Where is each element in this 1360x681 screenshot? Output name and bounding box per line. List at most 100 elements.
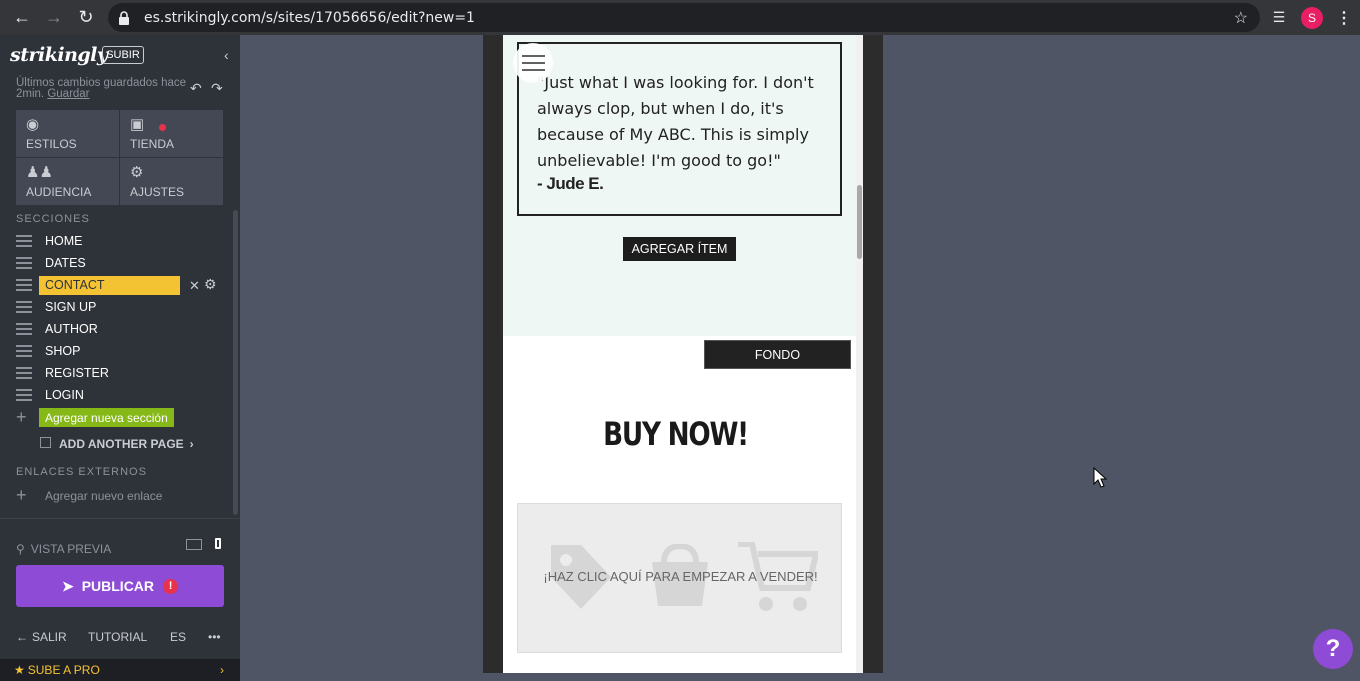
section-label: HOME: [45, 234, 83, 248]
hamburger-menu-icon[interactable]: [513, 43, 553, 83]
testimonial-section[interactable]: "Just what I was looking for. I don't al…: [503, 35, 856, 336]
section-label: CONTACT: [39, 275, 180, 295]
strikingly-logo[interactable]: strikingly: [10, 44, 108, 66]
upgrade-badge[interactable]: SUBIR: [102, 46, 144, 64]
preview-button[interactable]: ⚲ VISTA PREVIA: [16, 542, 111, 556]
chevron-right-icon: ›: [189, 437, 194, 451]
testimonial-author[interactable]: - Jude E.: [537, 174, 604, 194]
section-item-shop[interactable]: SHOP: [16, 341, 226, 361]
store-tile[interactable]: ▣ TIENDA: [120, 110, 223, 157]
saved-text: Últimos cambios guardados hace 2min.: [16, 77, 187, 100]
editor-sidebar: strikingly SUBIR ‹ Últimos cambios guard…: [0, 35, 240, 681]
people-icon: ♟♟: [26, 164, 53, 181]
add-page-link[interactable]: ADD ANOTHER PAGE ›: [40, 436, 194, 451]
profile-avatar[interactable]: S: [1301, 6, 1323, 29]
hide-section-icon[interactable]: ✕: [189, 278, 200, 294]
preview-scrollbar-thumb[interactable]: [857, 185, 862, 259]
gear-icon: ⚙: [130, 164, 144, 181]
sidebar-footer: ⚲ VISTA PREVIA ➤ PUBLICAR ! ← SALIR TUTO…: [0, 518, 240, 681]
start-selling-cta: ¡HAZ CLIC AQUÍ PARA EMPEZAR A VENDER!: [543, 569, 818, 584]
drag-handle-icon[interactable]: [16, 235, 32, 247]
section-label: SIGN UP: [45, 300, 97, 314]
add-link-button[interactable]: + Agregar nuevo enlace: [16, 485, 162, 506]
upgrade-pro-bar[interactable]: ★ SUBE A PRO ›: [0, 659, 240, 681]
reload-icon[interactable]: ↻: [70, 1, 102, 33]
store-placeholder[interactable]: ¡HAZ CLIC AQUÍ PARA EMPEZAR A VENDER!: [517, 503, 842, 653]
chevron-right-icon: ›: [220, 663, 224, 677]
sections-header: SECCIONES: [16, 213, 90, 225]
section-label: REGISTER: [45, 366, 109, 380]
section-item-dates[interactable]: DATES: [16, 253, 226, 273]
drag-handle-icon[interactable]: [16, 389, 32, 401]
tutorial-link[interactable]: TUTORIAL: [88, 630, 170, 644]
lock-icon: [119, 10, 129, 25]
drag-handle-icon[interactable]: [16, 301, 32, 313]
desktop-view-icon[interactable]: [186, 539, 202, 550]
exit-link[interactable]: SALIR: [32, 630, 88, 644]
styles-label: ESTILOS: [26, 137, 77, 151]
publish-button[interactable]: ➤ PUBLICAR !: [16, 565, 224, 607]
collapse-sidebar-icon[interactable]: ‹: [224, 47, 229, 63]
add-item-button[interactable]: AGREGAR ÍTEM: [623, 237, 736, 261]
audience-tile[interactable]: ♟♟ AUDIENCIA: [16, 158, 119, 205]
help-button[interactable]: ?: [1313, 629, 1353, 669]
add-page-label: ADD ANOTHER PAGE: [59, 437, 184, 451]
language-link[interactable]: ES: [170, 630, 208, 644]
back-arrow-icon[interactable]: ←: [6, 1, 38, 33]
background-button[interactable]: FONDO: [704, 340, 851, 369]
forward-arrow-icon[interactable]: →: [38, 1, 70, 33]
external-links-header: ENLACES EXTERNOS: [16, 466, 147, 478]
settings-tile[interactable]: ⚙ AJUSTES: [120, 158, 223, 205]
preview-scrollbar-track[interactable]: [856, 35, 863, 673]
audience-label: AUDIENCIA: [26, 185, 92, 199]
more-menu-icon[interactable]: •••: [208, 630, 221, 644]
alert-badge: !: [163, 578, 179, 594]
redo-icon[interactable]: ↷: [211, 80, 223, 97]
settings-label: AJUSTES: [130, 185, 185, 199]
drag-handle-icon[interactable]: [16, 367, 32, 379]
testimonial-card[interactable]: "Just what I was looking for. I don't al…: [517, 42, 842, 216]
site-preview: "Just what I was looking for. I don't al…: [503, 35, 863, 673]
drag-handle-icon[interactable]: [16, 345, 32, 357]
testimonial-quote[interactable]: "Just what I was looking for. I don't al…: [537, 70, 827, 174]
search-icon: ⚲: [16, 542, 25, 556]
kebab-menu-icon[interactable]: ⋮: [1336, 0, 1352, 35]
section-item-home[interactable]: HOME: [16, 231, 226, 251]
preview-label: VISTA PREVIA: [30, 542, 112, 556]
drag-handle-icon[interactable]: [16, 257, 32, 269]
styles-tile[interactable]: ◉ ESTILOS: [16, 110, 119, 157]
save-link[interactable]: Guardar: [47, 88, 89, 100]
section-item-login[interactable]: LOGIN: [16, 385, 226, 405]
add-section-button[interactable]: Agregar nueva sección: [39, 408, 174, 427]
address-bar[interactable]: es.strikingly.com/s/sites/17056656/edit?…: [108, 3, 1260, 32]
section-item-register[interactable]: REGISTER: [16, 363, 226, 383]
footer-links: ← SALIR TUTORIAL ES •••: [16, 630, 226, 644]
mobile-view-icon[interactable]: [215, 538, 221, 549]
save-status: Últimos cambios guardados hace 2min. Gua…: [16, 77, 192, 100]
bookmark-star-icon[interactable]: ☆: [1234, 8, 1248, 28]
section-item-sign-up[interactable]: SIGN UP: [16, 297, 226, 317]
sidebar-scrollbar[interactable]: [233, 210, 238, 515]
plus-icon: +: [16, 485, 27, 505]
undo-icon[interactable]: ↶: [190, 80, 202, 97]
upgrade-label: SUBE A PRO: [27, 663, 100, 677]
section-item-author[interactable]: AUTHOR: [16, 319, 226, 339]
section-label: AUTHOR: [45, 322, 98, 336]
buy-now-heading[interactable]: BUY NOW!: [534, 415, 817, 453]
section-item-contact[interactable]: CONTACT ✕ ⚙: [16, 275, 226, 295]
drag-handle-icon[interactable]: [16, 279, 32, 291]
section-label: SHOP: [45, 344, 81, 358]
add-section-row: + Agregar nueva sección: [16, 407, 174, 428]
plus-icon: +: [16, 407, 27, 427]
palette-icon: ◉: [26, 116, 40, 133]
star-icon: ★: [14, 663, 25, 677]
section-label: DATES: [45, 256, 86, 270]
media-icon[interactable]: ☰: [1268, 0, 1290, 35]
mouse-cursor-icon: [1093, 467, 1107, 488]
url-text: es.strikingly.com/s/sites/17056656/edit?…: [144, 9, 475, 26]
browser-toolbar: ← → ↻ es.strikingly.com/s/sites/17056656…: [0, 0, 1360, 35]
store-label: TIENDA: [130, 137, 175, 151]
section-gear-icon[interactable]: ⚙: [204, 276, 217, 293]
rocket-icon: ➤: [61, 577, 74, 594]
drag-handle-icon[interactable]: [16, 323, 32, 335]
